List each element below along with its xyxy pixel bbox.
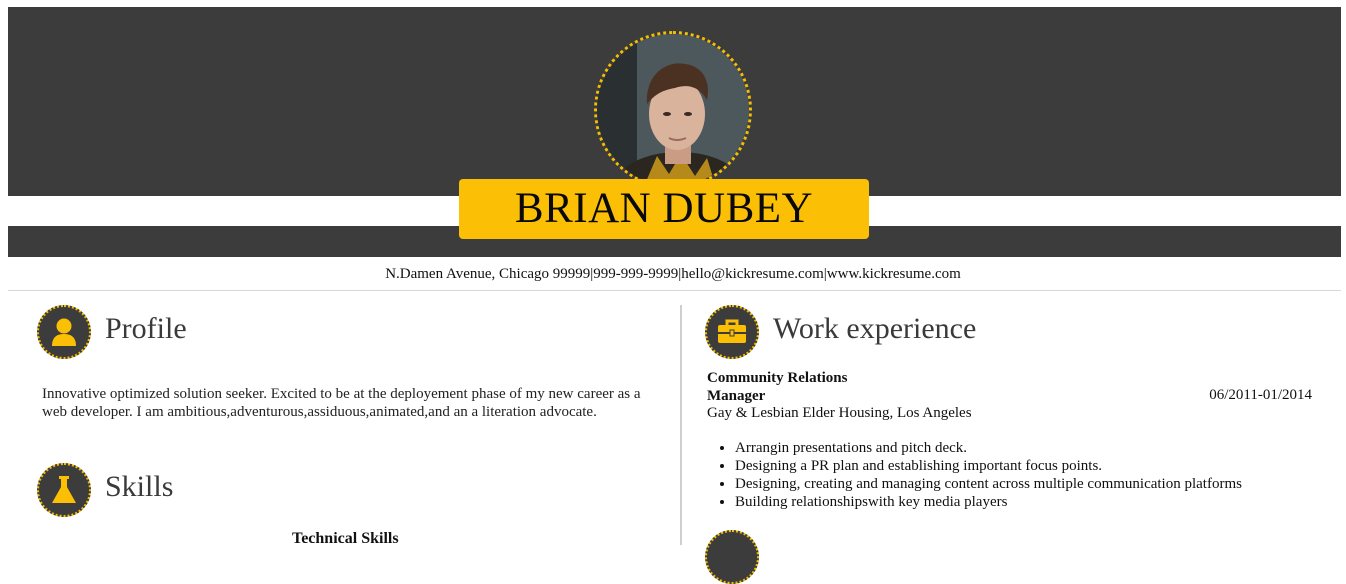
avatar	[594, 31, 752, 189]
contact-line: N.Damen Avenue, Chicago 99999|999-999-99…	[385, 266, 961, 282]
list-item: Designing a PR plan and establishing imp…	[735, 457, 1242, 475]
column-divider	[680, 305, 682, 545]
briefcase-icon	[705, 305, 759, 359]
job-title-line-1: Community Relations	[707, 370, 848, 386]
section-icon-partial	[705, 530, 759, 584]
profile-heading: Profile	[105, 312, 187, 345]
list-item: Designing, creating and managing content…	[735, 475, 1242, 493]
job-title-line-2: Manager	[707, 388, 766, 404]
skills-heading: Skills	[105, 470, 174, 503]
user-icon	[37, 305, 91, 359]
technical-skills-heading: Technical Skills	[292, 530, 399, 547]
avatar-photo	[597, 34, 749, 186]
candidate-name: BRIAN DUBEY	[459, 179, 869, 239]
divider	[8, 290, 1341, 291]
job-duties-list: Arrangin presentations and pitch deck. D…	[707, 439, 1242, 511]
list-item: Building relationshipswith key media pla…	[735, 493, 1242, 511]
job-company: Gay & Lesbian Elder Housing, Los Angeles	[707, 405, 972, 421]
job-dates: 06/2011-01/2014	[1209, 387, 1312, 403]
list-item: Arrangin presentations and pitch deck.	[735, 439, 1242, 457]
work-heading: Work experience	[773, 312, 977, 345]
flask-icon	[37, 463, 91, 517]
job-title: Community Relations Manager	[707, 369, 847, 405]
profile-text: Innovative optimized solution seeker. Ex…	[42, 386, 641, 420]
